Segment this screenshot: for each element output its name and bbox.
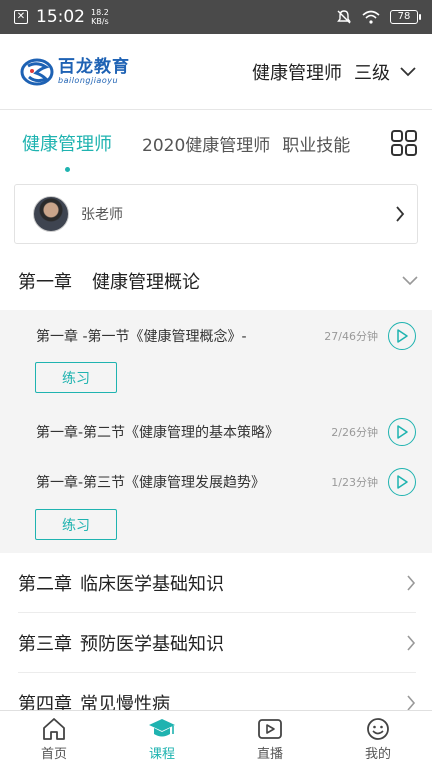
wifi-icon — [362, 10, 380, 24]
chapter-2-header[interactable]: 第二章 临床医学基础知识 — [0, 553, 432, 613]
chevron-right-icon — [407, 635, 416, 651]
nav-live[interactable]: 直播 — [216, 711, 324, 768]
play-button[interactable] — [388, 468, 416, 496]
lesson-title: 第一章-第二节《健康管理的基本策略》 — [36, 425, 280, 441]
chapter-number: 第三章 — [18, 634, 72, 655]
chapter-number: 第一章 — [18, 272, 72, 293]
chevron-down-icon — [402, 276, 418, 286]
lesson-title: 第一章 -第一节《健康管理概念》- — [36, 329, 247, 345]
lesson-progress: 27/46分钟 — [324, 330, 378, 343]
play-icon — [397, 425, 408, 439]
battery-indicator: 78 — [390, 10, 421, 24]
teacher-name: 张老师 — [81, 207, 123, 223]
chevron-right-icon — [407, 695, 416, 711]
chapter-title: 临床医学基础知识 — [80, 574, 224, 595]
play-button[interactable] — [388, 322, 416, 350]
live-play-icon — [258, 719, 282, 739]
lesson-progress: 2/26分钟 — [331, 426, 378, 439]
chapter-3-header[interactable]: 第三章 预防医学基础知识 — [0, 613, 432, 673]
status-bar: ✕ 15:02 18.2 KB/s 78 — [0, 0, 432, 34]
tabs-fade — [368, 110, 388, 176]
tab-vocational-skills[interactable]: 职业技能 — [282, 131, 350, 156]
practice-button[interactable]: 练习 — [35, 362, 117, 393]
chevron-right-icon — [396, 206, 405, 222]
course-level-selector[interactable]: 健康管理师 三级 — [252, 59, 416, 85]
chapter-number: 第二章 — [18, 574, 72, 595]
lesson-item[interactable]: 第一章-第三节《健康管理发展趋势》 1/23分钟 — [0, 460, 432, 504]
nav-label: 直播 — [256, 747, 283, 762]
graduation-cap-icon — [149, 719, 175, 737]
home-icon — [43, 718, 65, 740]
chevron-right-icon — [407, 575, 416, 591]
nav-label: 首页 — [40, 747, 67, 762]
nav-home[interactable]: 首页 — [0, 711, 108, 768]
lesson-item[interactable]: 第一章-第二节《健康管理的基本策略》 2/26分钟 — [0, 410, 432, 454]
brand-name: 百龙教育 — [58, 57, 130, 77]
tab-health-manager[interactable]: 健康管理师 — [22, 130, 112, 172]
grid-menu-icon[interactable] — [390, 129, 418, 157]
chapter-1-header[interactable]: 第一章 健康管理概论 — [0, 252, 432, 310]
brand-logo: 百龙教育 bailongjiaoyu — [20, 57, 130, 87]
nav-label: 课程 — [148, 747, 175, 762]
status-time: 15:02 — [36, 7, 85, 27]
lesson-item[interactable]: 第一章 -第一节《健康管理概念》- 27/46分钟 — [0, 314, 432, 358]
practice-button[interactable]: 练习 — [35, 509, 117, 540]
play-button[interactable] — [388, 418, 416, 446]
nav-courses[interactable]: 课程 — [108, 711, 216, 768]
course-name: 健康管理师 — [252, 62, 342, 84]
nav-label: 我的 — [364, 747, 391, 762]
app-header: 百龙教育 bailongjiaoyu 健康管理师 三级 — [0, 34, 432, 110]
play-icon — [397, 475, 408, 489]
tab-2020-health-manager[interactable]: 2020健康管理师 — [142, 131, 270, 156]
smiley-icon — [367, 718, 389, 740]
course-level: 三级 — [354, 62, 390, 84]
chapter-title: 健康管理概论 — [92, 272, 200, 293]
chapter-title: 预防医学基础知识 — [80, 634, 224, 655]
network-speed: 18.2 KB/s — [91, 8, 109, 26]
dragon-logo-icon — [20, 58, 54, 85]
bottom-navigation: 首页 课程 直播 我的 — [0, 710, 432, 768]
chevron-down-icon — [400, 66, 416, 76]
lesson-progress: 1/23分钟 — [331, 476, 378, 489]
notification-x-icon: ✕ — [14, 10, 28, 24]
teacher-card[interactable]: 张老师 — [14, 184, 418, 244]
nav-mine[interactable]: 我的 — [324, 711, 432, 768]
lesson-title: 第一章-第三节《健康管理发展趋势》 — [36, 475, 266, 491]
lesson-list: 第一章 -第一节《健康管理概念》- 27/46分钟 练习 第一章-第二节《健康管… — [0, 310, 432, 553]
brand-pinyin: bailongjiaoyu — [58, 76, 119, 85]
mute-bell-icon — [337, 10, 351, 24]
teacher-avatar — [33, 196, 69, 232]
play-icon — [397, 329, 408, 343]
